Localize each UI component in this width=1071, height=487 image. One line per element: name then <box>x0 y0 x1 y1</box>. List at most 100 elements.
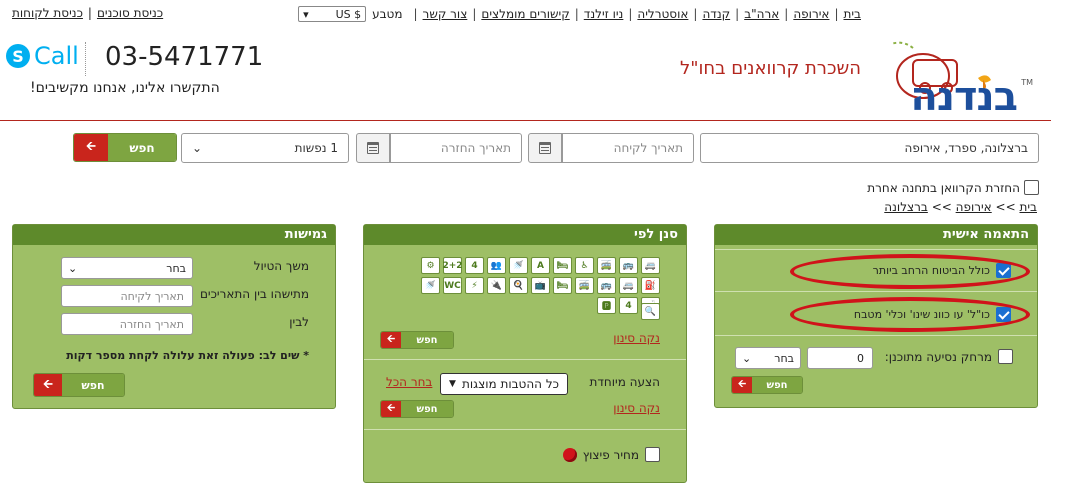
hot-price-option[interactable]: מחיר פיצוץ <box>562 447 660 462</box>
breadcrumb-home[interactable]: בית <box>1019 200 1037 214</box>
distance-input[interactable]: 0 <box>807 347 873 369</box>
panel-divider <box>715 249 1037 250</box>
breadcrumb-barcelona[interactable]: ברצלונה <box>884 200 928 214</box>
flex-end-placeholder: תאריך החזרה <box>119 317 184 331</box>
feature-icon[interactable]: ⚙ <box>421 257 440 274</box>
special-offer-select[interactable]: כל ההטבות מוצגות ▼ <box>440 373 568 395</box>
feature-icon[interactable]: 🚐 <box>641 257 660 274</box>
clear-filter-link[interactable]: נקה סינון <box>613 331 660 345</box>
clear-filter-link-2[interactable]: נקה סינון <box>613 401 660 415</box>
feature-icon[interactable]: 🛏 <box>553 257 572 274</box>
chevron-down-icon: ⌄ <box>68 261 78 275</box>
panel-divider <box>364 429 686 430</box>
nav-link-europe[interactable]: אירופה <box>793 7 829 21</box>
flex-end-date-input[interactable]: תאריך החזרה <box>61 313 193 335</box>
flex-note: * שים לב: פעולה זאת עלולה לקחת מספר דקות <box>66 349 309 362</box>
personal-search-button[interactable]: 🡨 חפש <box>731 376 803 394</box>
skype-icon: S <box>6 44 30 68</box>
hot-price-checkbox[interactable] <box>645 447 660 462</box>
feature-icon[interactable]: 🚿 <box>509 257 528 274</box>
caret-down-icon: ▼ <box>449 379 456 389</box>
feature-icon[interactable]: 🚌 <box>619 257 638 274</box>
nav-link-australia[interactable]: אוסטרליה <box>637 7 688 21</box>
contact-divider <box>85 42 86 76</box>
flex-search-button[interactable]: 🡨 חפש <box>33 373 125 397</box>
return-date-input[interactable]: תאריך החזרה <box>390 133 522 163</box>
passengers-value: 1 נפשות <box>294 141 338 155</box>
feature-icon[interactable]: 🔌 <box>487 277 506 294</box>
feature-icon[interactable]: 📺 <box>531 277 550 294</box>
chevron-down-icon: ⌄ <box>742 351 752 365</box>
flex-start-date-input[interactable]: תאריך לקיחה <box>61 285 193 307</box>
arrow-left-icon: 🡨 <box>381 332 401 348</box>
search-button-label: חפש <box>108 134 176 161</box>
feature-icon[interactable]: 👥 <box>487 257 506 274</box>
feature-icon[interactable]: 2+2 <box>442 257 463 274</box>
currency-value: US $ <box>335 7 362 21</box>
flex-search-label: חפש <box>62 374 124 396</box>
special-offer-value: כל ההטבות מוצגות <box>462 377 559 391</box>
return-placeholder: תאריך החזרה <box>440 141 511 155</box>
feature-icon[interactable]: ⛽ <box>641 277 660 294</box>
feature-icon[interactable]: 🔍 <box>641 303 660 320</box>
agent-login-link[interactable]: כניסת סוכנים <box>97 6 163 20</box>
feature-icon[interactable]: WC <box>443 277 462 294</box>
distance-value: 0 <box>857 351 864 365</box>
flexibility-panel: גמישות משך הטיול ⌄ בחר מתישהו בין התאריכ… <box>12 224 336 409</box>
flex-start-placeholder: תאריך לקיחה <box>120 289 184 303</box>
feature-icon[interactable]: 🚐 <box>619 277 638 294</box>
chevron-down-icon: ▾ <box>303 7 309 21</box>
feature-icon[interactable]: A <box>531 257 550 274</box>
passengers-select[interactable]: 1 נפשות ⌄ <box>181 133 349 163</box>
location-input[interactable]: ברצלונה, ספרד, אירופה <box>700 133 1039 163</box>
top-navigation: בית | אירופה | ארה"ב | קנדה | אוסטרליה | ניו … <box>298 6 861 22</box>
select-all-link[interactable]: בחר הכל <box>386 375 432 389</box>
header-divider <box>0 120 1051 121</box>
highlight-oval <box>790 297 1030 332</box>
arrow-left-icon: 🡨 <box>74 134 108 161</box>
return-calendar-button[interactable] <box>356 133 390 163</box>
trip-length-select[interactable]: ⌄ בחר <box>61 257 193 279</box>
skype-call-button[interactable]: S Call <box>6 42 79 70</box>
panel-divider <box>715 335 1037 336</box>
nav-link-contact[interactable]: צור קשר <box>423 7 468 21</box>
feature-icon[interactable]: 🛏 <box>553 277 572 294</box>
feature-icon[interactable]: 🚿 <box>421 277 440 294</box>
filter-search-label: חפש <box>401 332 453 348</box>
special-search-button[interactable]: 🡨 חפש <box>380 400 454 418</box>
feature-icon[interactable]: ⚡ <box>465 277 484 294</box>
nav-link-home[interactable]: בית <box>843 7 861 21</box>
currency-label: מטבע <box>372 7 403 21</box>
brand-logo[interactable]: בנדנה TM <box>883 38 1033 120</box>
breadcrumb-europe[interactable]: אירופה <box>956 200 992 214</box>
search-button[interactable]: 🡨 חפש <box>73 133 177 162</box>
distance-checkbox[interactable] <box>998 349 1013 364</box>
return-other-station-option[interactable]: החזרת הקרוואן בתחנה אחרת <box>867 180 1039 195</box>
special-search-label: חפש <box>401 401 453 417</box>
feature-icon-grid-row3: 🔍 <box>421 303 660 320</box>
feature-icon[interactable]: 🚎 <box>597 257 616 274</box>
contact-note: התקשרו אלינו, אנחנו מקשיבים! <box>30 80 220 96</box>
nav-link-new-zealand[interactable]: ניו זילנד <box>584 7 624 21</box>
filter-panel: סנן לפי 🚐 🚌 🚎 ♿ 🛏 A 🚿 👥 4 2+2 ⚙ ⛽ 🚐 🚌 🚎 … <box>363 224 687 483</box>
logo-text: בנדנה <box>910 74 1018 120</box>
pickup-date-input[interactable]: תאריך לקיחה <box>562 133 694 163</box>
account-links: כניסת סוכנים|כניסת לקוחות <box>12 6 164 20</box>
return-other-station-checkbox[interactable] <box>1024 180 1039 195</box>
currency-select[interactable]: ▾ US $ <box>298 6 367 22</box>
customer-login-link[interactable]: כניסת לקוחות <box>12 6 83 20</box>
feature-icon[interactable]: 🍳 <box>509 277 528 294</box>
arrow-left-icon: 🡨 <box>732 377 752 393</box>
nav-link-recommended[interactable]: קישורים מומלצים <box>481 7 569 21</box>
feature-icon[interactable]: 4 <box>465 257 484 274</box>
filter-search-button[interactable]: 🡨 חפש <box>380 331 454 349</box>
nav-link-canada[interactable]: קנדה <box>702 7 730 21</box>
feature-icon[interactable]: ♿ <box>575 257 594 274</box>
feature-icon[interactable]: 🚎 <box>575 277 594 294</box>
distance-unit-select[interactable]: ⌄ בחר <box>735 347 801 369</box>
nav-link-usa[interactable]: ארה"ב <box>744 7 779 21</box>
pickup-calendar-button[interactable] <box>528 133 562 163</box>
location-value: ברצלונה, ספרד, אירופה <box>904 141 1028 155</box>
feature-icon[interactable]: 🚌 <box>597 277 616 294</box>
filter-panel-title: סנן לפי <box>364 225 686 245</box>
